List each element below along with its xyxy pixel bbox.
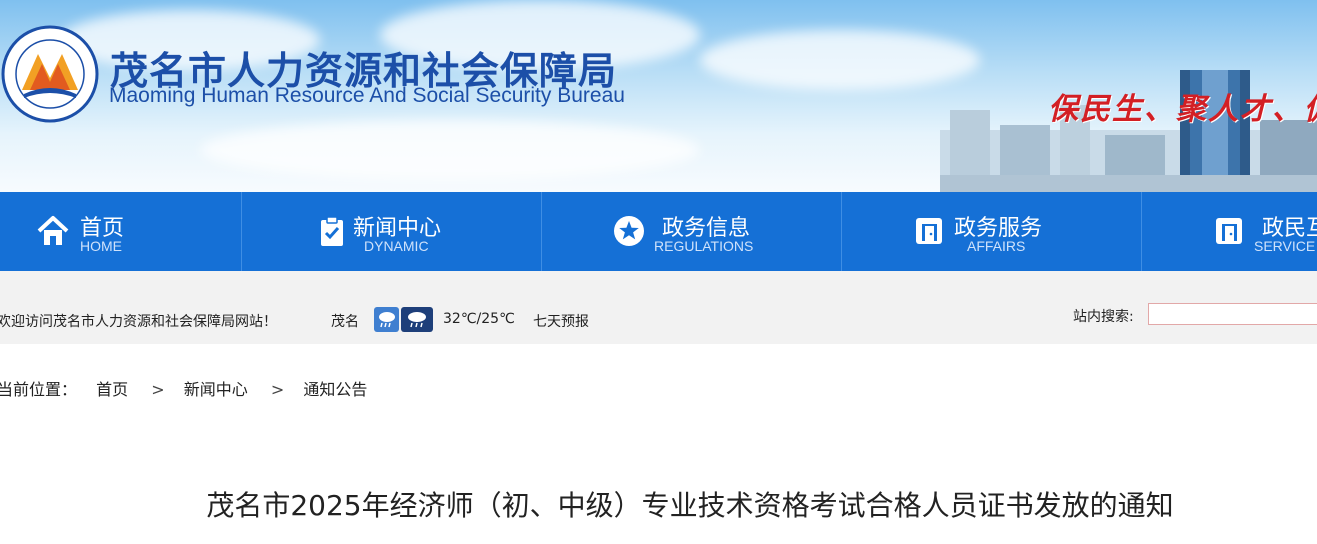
home-icon <box>37 216 69 245</box>
cloud-decoration <box>700 30 980 90</box>
nav-sublabel: REGULATIONS <box>654 238 754 254</box>
star-circle-icon <box>614 216 644 246</box>
cloud-decoration <box>200 120 700 180</box>
article-title: 茂名市2025年经济师（初、中级）专业技术资格考试合格人员证书发放的通知 <box>206 489 1174 522</box>
weather-city: 茂名 <box>331 314 359 330</box>
breadcrumb: 当前位置： 首页 > 新闻中心 > 通知公告 <box>0 376 367 400</box>
main-nav: 首页 HOME 新闻中心 DYNAMIC 政务信息 REGULATIONS 政务… <box>0 192 1317 271</box>
breadcrumb-separator: > <box>270 380 285 399</box>
breadcrumb-home-link[interactable]: 首页 <box>96 376 128 400</box>
temperature-text: 32℃/25℃ <box>443 311 515 327</box>
nav-sublabel: AFFAIRS <box>967 238 1026 254</box>
nav-sublabel: DYNAMIC <box>364 238 429 254</box>
nav-sublabel: SERVICE <box>1254 238 1316 254</box>
rain-day-icon <box>374 307 399 332</box>
nav-sublabel: HOME <box>80 238 122 254</box>
rain-night-icon <box>401 307 433 332</box>
info-bar: 欢迎访问茂名市人力资源和社会保障局网站！ 茂名 32℃/25℃ 七天预报 站内搜… <box>0 271 1317 344</box>
breadcrumb-separator: > <box>151 380 165 399</box>
site-subtitle: Maoming Human Resource And Social Securi… <box>109 84 625 107</box>
site-search-input[interactable] <box>1148 303 1317 325</box>
welcome-text: 欢迎访问茂名市人力资源和社会保障局网站！ <box>0 314 277 330</box>
nav-item-affairs[interactable]: 政务服务 AFFAIRS <box>841 192 1141 271</box>
door-exit-icon <box>1216 218 1242 244</box>
clipboard-check-icon <box>321 216 343 246</box>
breadcrumb-prefix: 当前位置： <box>0 380 78 399</box>
breadcrumb-news-link[interactable]: 新闻中心 <box>184 376 248 400</box>
search-label: 站内搜索: <box>1073 309 1134 325</box>
seven-day-forecast-link[interactable]: 七天预报 <box>533 311 589 331</box>
nav-item-service[interactable]: 政民互 SERVICE <box>1141 192 1317 271</box>
nav-item-home[interactable]: 首页 HOME <box>0 192 241 271</box>
nav-item-regulations[interactable]: 政务信息 REGULATIONS <box>541 192 841 271</box>
breadcrumb-notice-link[interactable]: 通知公告 <box>303 376 367 400</box>
slogan-text: 保民生、聚人才、促 <box>1048 92 1317 127</box>
nav-item-news[interactable]: 新闻中心 DYNAMIC <box>241 192 541 271</box>
bureau-emblem-icon[interactable] <box>0 24 100 124</box>
door-exit-icon <box>916 218 942 244</box>
header-banner: 茂名市人力资源和社会保障局 Maoming Human Resource And… <box>0 0 1317 192</box>
